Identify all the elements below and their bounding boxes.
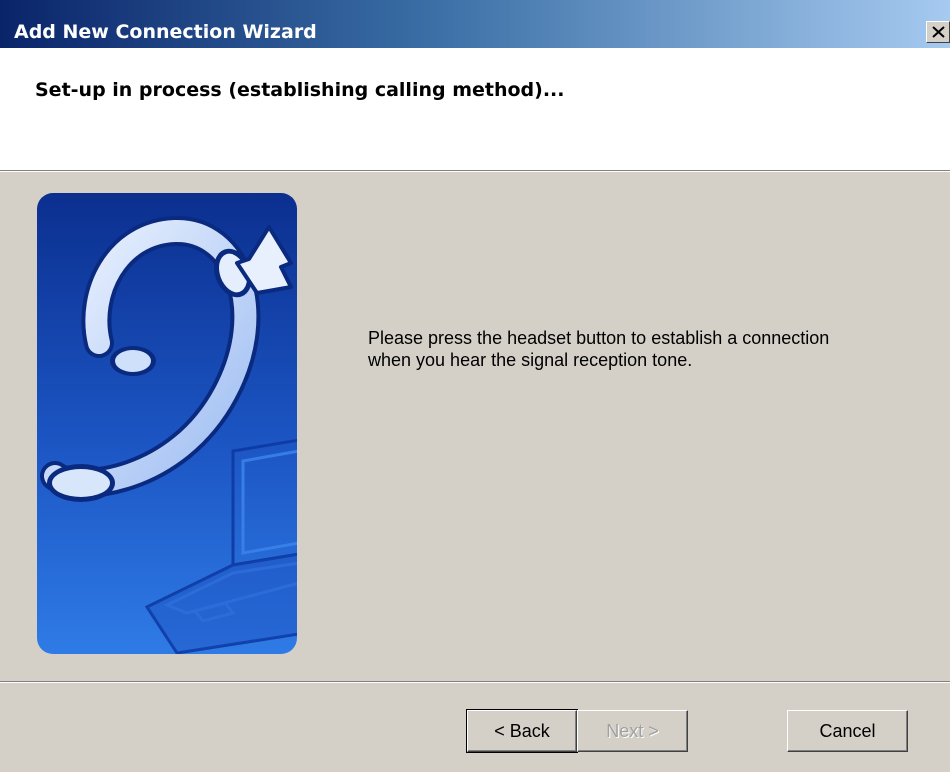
back-button[interactable]: < Back	[466, 709, 578, 753]
window-title: Add New Connection Wizard	[14, 21, 317, 43]
instruction-line-1: Please press the headset button to estab…	[368, 328, 830, 348]
close-button[interactable]	[926, 21, 950, 43]
page-title: Set-up in process (establishing calling …	[35, 79, 565, 101]
close-icon	[932, 26, 945, 38]
instruction-text: Please press the headset button to estab…	[368, 327, 948, 371]
cancel-button[interactable]: Cancel	[787, 710, 908, 752]
title-bar: Add New Connection Wizard	[0, 0, 950, 48]
headset-illustration	[37, 193, 297, 659]
next-button[interactable]: Next >	[577, 710, 688, 752]
headset-laptop-icon	[37, 193, 297, 654]
wizard-header: Set-up in process (establishing calling …	[0, 48, 950, 170]
instruction-line-2: when you hear the signal reception tone.	[368, 350, 693, 370]
